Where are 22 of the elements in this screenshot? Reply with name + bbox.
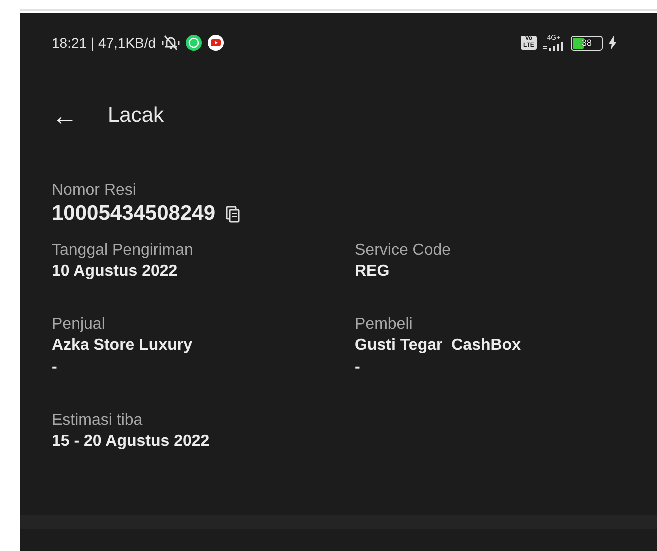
- video-app-icon: [208, 35, 224, 51]
- field-value: Azka Store Luxury: [52, 336, 194, 356]
- field-label: Pembeli: [355, 315, 414, 335]
- signal-icon: [543, 42, 565, 51]
- field-label: Service Code: [355, 241, 452, 261]
- page-title: Lacak: [108, 104, 164, 128]
- field-value: REG: [355, 262, 391, 282]
- tracking-number: 10005434508249: [52, 201, 216, 227]
- field-note: -: [355, 358, 362, 378]
- field-note: -: [52, 358, 58, 378]
- field-label: Nomor Resi: [52, 181, 138, 201]
- field-label: Penjual: [52, 315, 106, 335]
- field-label: Estimasi tiba: [52, 411, 144, 431]
- field-value: 10 Agustus 2022: [52, 262, 179, 282]
- chat-app-icon: [186, 35, 202, 51]
- field-label: Tanggal Pengiriman: [52, 241, 194, 261]
- muted-bell-icon: [162, 35, 180, 51]
- back-button[interactable]: ←: [52, 103, 78, 129]
- field-value: 15 - 20 Agustus 2022: [52, 432, 211, 452]
- field-value: Gusti Tegar CashBox: [355, 336, 522, 356]
- status-time: 18:21 | 47,1KB/d: [52, 35, 156, 51]
- copy-icon[interactable]: [226, 206, 240, 222]
